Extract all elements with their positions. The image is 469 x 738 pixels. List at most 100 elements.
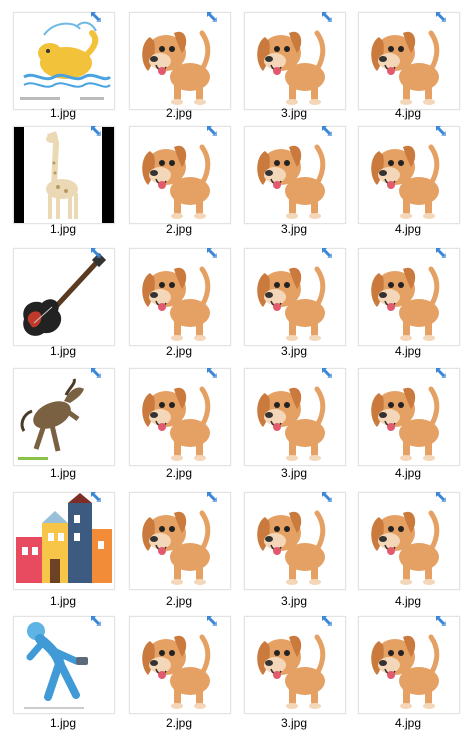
shortcut-arrow-icon <box>320 246 334 260</box>
file-name-label: 1.jpg <box>49 106 77 120</box>
file-name-label: 3.jpg <box>280 466 308 480</box>
file-name-label: 4.jpg <box>394 106 422 120</box>
file-thumbnail[interactable] <box>244 492 346 590</box>
file-thumbnail[interactable] <box>244 12 346 110</box>
file-item[interactable]: 3.jpg <box>244 12 352 122</box>
cartoon-dog-icon <box>142 30 211 105</box>
file-item[interactable]: 1.jpg <box>13 492 121 610</box>
file-item[interactable]: 1.jpg <box>13 368 121 482</box>
file-thumbnail[interactable] <box>129 126 231 224</box>
file-name-label: 3.jpg <box>280 222 308 236</box>
file-item[interactable]: 3.jpg <box>244 616 352 732</box>
file-item[interactable]: 4.jpg <box>358 368 466 482</box>
file-thumbnail[interactable] <box>129 248 231 346</box>
file-item[interactable]: 4.jpg <box>358 248 466 360</box>
shortcut-arrow-icon <box>89 10 103 24</box>
file-name-label: 1.jpg <box>49 594 77 608</box>
shortcut-arrow-icon <box>205 124 219 138</box>
colorful-houses-icon <box>16 493 112 583</box>
file-item[interactable]: 2.jpg <box>129 12 237 122</box>
file-thumbnail[interactable] <box>129 368 231 466</box>
file-thumbnail[interactable] <box>13 492 115 590</box>
file-item[interactable]: 1.jpg <box>13 248 121 360</box>
shortcut-arrow-icon <box>205 10 219 24</box>
file-item[interactable]: 4.jpg <box>358 616 466 732</box>
cartoon-dog-icon <box>257 266 326 341</box>
file-thumbnail[interactable] <box>244 616 346 714</box>
file-name-label: 4.jpg <box>394 222 422 236</box>
shortcut-arrow-icon <box>320 10 334 24</box>
file-item[interactable]: 3.jpg <box>244 492 352 610</box>
file-item[interactable]: 2.jpg <box>129 248 237 360</box>
file-thumbnail[interactable] <box>358 126 460 224</box>
file-item[interactable]: 2.jpg <box>129 126 237 238</box>
file-thumbnail[interactable] <box>13 12 115 110</box>
cartoon-dog-icon <box>142 144 211 219</box>
file-item[interactable]: 3.jpg <box>244 126 352 238</box>
shortcut-arrow-icon <box>434 490 448 504</box>
file-name-label: 3.jpg <box>280 716 308 730</box>
file-thumbnail[interactable] <box>244 248 346 346</box>
shortcut-arrow-icon <box>205 246 219 260</box>
file-item[interactable]: 4.jpg <box>358 492 466 610</box>
shortcut-arrow-icon <box>205 366 219 380</box>
file-thumbnail[interactable] <box>358 368 460 466</box>
file-thumbnail[interactable] <box>358 616 460 714</box>
shortcut-arrow-icon <box>434 246 448 260</box>
file-thumbnail[interactable] <box>358 492 460 590</box>
file-name-label: 1.jpg <box>49 222 77 236</box>
cartoon-dog-icon <box>371 510 440 585</box>
file-name-label: 1.jpg <box>49 466 77 480</box>
cartoon-dog-icon <box>142 266 211 341</box>
cartoon-dog-icon <box>257 30 326 105</box>
file-thumbnail[interactable] <box>358 248 460 346</box>
file-item[interactable]: 1.jpg <box>13 616 121 732</box>
file-name-label: 2.jpg <box>165 716 193 730</box>
cartoon-dog-icon <box>371 144 440 219</box>
giraffe-icon <box>14 127 114 223</box>
shortcut-arrow-icon <box>320 614 334 628</box>
file-item[interactable]: 2.jpg <box>129 616 237 732</box>
shortcut-arrow-icon <box>89 490 103 504</box>
file-name-label: 2.jpg <box>165 466 193 480</box>
file-thumbnail[interactable] <box>13 126 115 224</box>
file-item[interactable]: 2.jpg <box>129 492 237 610</box>
file-name-label: 2.jpg <box>165 344 193 358</box>
cartoon-dog-icon <box>257 510 326 585</box>
cartoon-dog-icon <box>257 144 326 219</box>
file-item[interactable]: 4.jpg <box>358 126 466 238</box>
file-item[interactable]: 1.jpg <box>13 126 121 238</box>
shortcut-arrow-icon <box>434 366 448 380</box>
shortcut-arrow-icon <box>434 124 448 138</box>
file-name-label: 1.jpg <box>49 716 77 730</box>
file-thumbnail[interactable] <box>13 616 115 714</box>
file-thumbnail[interactable] <box>129 616 231 714</box>
shortcut-arrow-icon <box>434 614 448 628</box>
file-thumbnail[interactable] <box>13 368 115 466</box>
file-thumbnail[interactable] <box>129 12 231 110</box>
file-name-label: 4.jpg <box>394 594 422 608</box>
file-item[interactable]: 3.jpg <box>244 248 352 360</box>
file-item[interactable]: 3.jpg <box>244 368 352 482</box>
shortcut-arrow-icon <box>320 490 334 504</box>
file-thumbnail[interactable] <box>13 248 115 346</box>
cartoon-dog-icon <box>371 386 440 461</box>
shortcut-arrow-icon <box>89 246 103 260</box>
file-thumbnail[interactable] <box>244 126 346 224</box>
file-grid: 1.jpg 2.jpg 3.jpg 4.jpg 1.jpg 2.jpg 3.jp… <box>0 0 469 738</box>
file-name-label: 4.jpg <box>394 716 422 730</box>
file-name-label: 2.jpg <box>165 106 193 120</box>
file-name-label: 4.jpg <box>394 466 422 480</box>
file-thumbnail[interactable] <box>244 368 346 466</box>
file-thumbnail[interactable] <box>358 12 460 110</box>
shortcut-arrow-icon <box>205 490 219 504</box>
file-item[interactable]: 4.jpg <box>358 12 466 122</box>
file-thumbnail[interactable] <box>129 492 231 590</box>
file-item[interactable]: 1.jpg <box>13 12 121 122</box>
shortcut-arrow-icon <box>89 124 103 138</box>
rearing-horse-icon <box>18 378 84 460</box>
file-name-label: 3.jpg <box>280 594 308 608</box>
shortcut-arrow-icon <box>434 10 448 24</box>
file-item[interactable]: 2.jpg <box>129 368 237 482</box>
blue-figure-icon <box>24 622 88 709</box>
